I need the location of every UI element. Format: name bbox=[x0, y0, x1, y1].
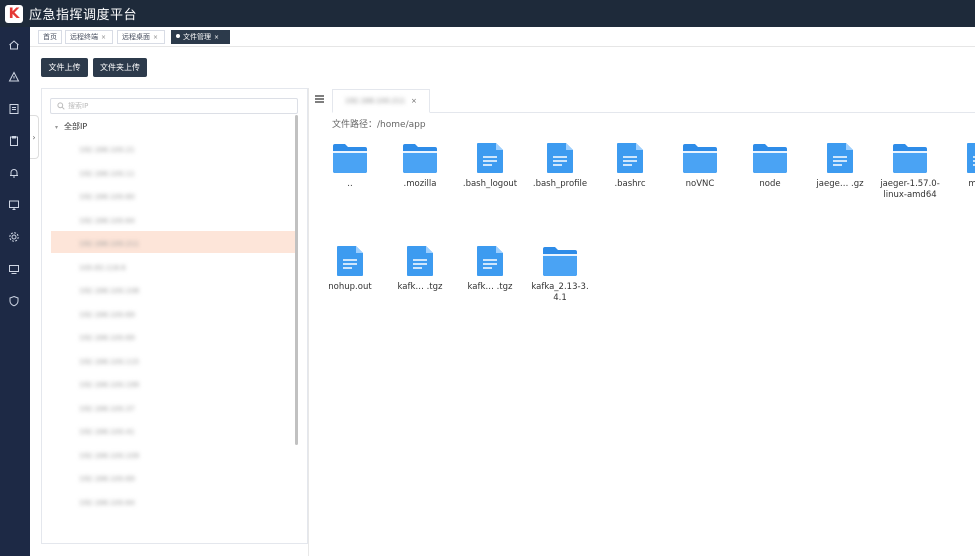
top-bar: K 应急指挥调度平台 bbox=[0, 0, 975, 27]
file-name: .bashrc bbox=[614, 179, 646, 189]
file-icon bbox=[390, 245, 450, 277]
chevron-right-icon: › bbox=[32, 132, 36, 142]
ip-list-item[interactable]: 192.168.100.199 bbox=[79, 381, 139, 389]
file-item[interactable]: .bashrc bbox=[600, 142, 660, 190]
tab-file-manager[interactable]: 文件管理 × bbox=[171, 30, 230, 44]
scrollbar[interactable] bbox=[295, 115, 298, 445]
ip-list-item[interactable]: 192.168.100.60 bbox=[79, 193, 135, 201]
desktop-icon[interactable] bbox=[8, 263, 20, 275]
file-item[interactable]: .bash_profile bbox=[530, 142, 590, 190]
upload-file-button[interactable]: 文件上传 bbox=[41, 58, 88, 77]
ip-list-item[interactable]: 192.168.100.69 bbox=[79, 475, 135, 483]
search-icon bbox=[57, 102, 65, 110]
folder-icon bbox=[670, 142, 730, 174]
ip-list-item[interactable]: 192.168.100.108 bbox=[79, 287, 139, 295]
file-name: .. bbox=[347, 179, 353, 189]
settings-icon[interactable] bbox=[8, 231, 20, 243]
ip-list-item[interactable]: 192.168.100.115 bbox=[79, 358, 139, 366]
folder-item[interactable]: node bbox=[740, 142, 800, 190]
folder-item[interactable]: .. bbox=[320, 142, 380, 190]
file-name: nohup.out bbox=[328, 282, 372, 292]
file-name: kafk… .tgz bbox=[467, 282, 513, 292]
close-icon[interactable]: × bbox=[153, 34, 158, 41]
sidebar bbox=[0, 27, 30, 556]
bell-icon[interactable] bbox=[8, 167, 20, 179]
file-name: kafka_2.13-3.4.1 bbox=[531, 282, 589, 303]
file-icon bbox=[460, 245, 520, 277]
shield-icon[interactable] bbox=[8, 295, 20, 307]
file-name: jaeger-1.57.0-linux-amd64 bbox=[880, 179, 940, 200]
ip-search-input[interactable]: 搜索IP bbox=[50, 98, 298, 114]
ip-list-item[interactable]: 192.168.100.21 bbox=[79, 146, 135, 154]
file-icon bbox=[320, 245, 380, 277]
file-item[interactable]: .bash_logout bbox=[460, 142, 520, 190]
tab-remote-desktop[interactable]: 远程桌面 × bbox=[117, 30, 165, 44]
tree-root-all-ip[interactable]: ▾ 全部IP bbox=[55, 121, 87, 132]
home-icon[interactable] bbox=[8, 39, 20, 51]
active-dot-icon bbox=[176, 34, 180, 38]
clipboard-icon[interactable] bbox=[8, 135, 20, 147]
file-name: mysq bbox=[968, 179, 975, 189]
file-icon bbox=[950, 142, 975, 174]
app-logo: K bbox=[5, 4, 23, 23]
document-icon[interactable] bbox=[8, 103, 20, 115]
panel-divider bbox=[308, 88, 309, 556]
file-icon bbox=[600, 142, 660, 174]
file-icon bbox=[530, 142, 590, 174]
file-name: kafk… .tgz bbox=[397, 282, 443, 292]
tab-remote-terminal[interactable]: 远程终端 × bbox=[65, 30, 113, 44]
close-icon[interactable]: × bbox=[411, 97, 417, 105]
ip-list-item[interactable]: 192.168.100.37 bbox=[79, 405, 135, 413]
ip-list-item[interactable]: 192.168.100.69 bbox=[79, 311, 135, 319]
folder-item[interactable]: noVNC bbox=[670, 142, 730, 190]
file-item[interactable]: nohup.out bbox=[320, 245, 380, 293]
ip-list-item[interactable]: 192.168.100.109 bbox=[79, 452, 139, 460]
ip-list-item[interactable]: 192.168.100.69 bbox=[79, 334, 135, 342]
file-name: jaege… .gz bbox=[816, 179, 864, 189]
file-icon bbox=[810, 142, 870, 174]
folder-icon bbox=[880, 142, 940, 174]
folder-icon bbox=[530, 245, 590, 277]
tabs-bar: 首页 远程终端 × 远程桌面 × 文件管理 × bbox=[30, 27, 975, 47]
file-item[interactable]: mysq bbox=[950, 142, 975, 190]
alert-icon[interactable] bbox=[8, 71, 20, 83]
folder-item[interactable]: jaeger-1.57.0-linux-amd64 bbox=[880, 142, 940, 201]
ip-list-item[interactable]: 192.168.100.64 bbox=[79, 499, 135, 507]
file-path: 文件路径：/home/app bbox=[332, 120, 426, 130]
folder-icon bbox=[320, 142, 380, 174]
ip-list-item[interactable]: 100.83.118.6 bbox=[79, 264, 126, 272]
file-item[interactable]: kafk… .tgz bbox=[390, 245, 450, 293]
folder-icon bbox=[390, 142, 450, 174]
monitor-icon[interactable] bbox=[8, 199, 20, 211]
ip-list-item[interactable]: 192.168.100.64 bbox=[79, 217, 135, 225]
caret-down-icon: ▾ bbox=[55, 124, 59, 131]
close-icon[interactable]: × bbox=[214, 34, 219, 41]
ip-list-item[interactable]: 192.168.100.41 bbox=[79, 428, 135, 436]
file-name: .bash_logout bbox=[462, 179, 518, 189]
folder-item[interactable]: kafka_2.13-3.4.1 bbox=[530, 245, 590, 304]
file-icon bbox=[460, 142, 520, 174]
ip-list-item[interactable]: 192.168.100.211 bbox=[79, 240, 139, 248]
app-title: 应急指挥调度平台 bbox=[29, 8, 138, 23]
close-icon[interactable]: × bbox=[101, 34, 106, 41]
file-name: .mozilla bbox=[403, 179, 437, 189]
ip-tab[interactable]: 192.168.100.211 × bbox=[332, 89, 430, 113]
menu-icon[interactable] bbox=[315, 95, 324, 103]
file-name: .bash_profile bbox=[532, 179, 588, 189]
file-name: node bbox=[759, 179, 781, 189]
collapse-toggle[interactable]: › bbox=[30, 115, 39, 159]
tab-underline bbox=[430, 112, 975, 113]
upload-folder-button[interactable]: 文件夹上传 bbox=[93, 58, 147, 77]
folder-icon bbox=[740, 142, 800, 174]
file-item[interactable]: jaege… .gz bbox=[810, 142, 870, 190]
file-name: noVNC bbox=[685, 179, 715, 189]
folder-item[interactable]: .mozilla bbox=[390, 142, 450, 190]
file-item[interactable]: kafk… .tgz bbox=[460, 245, 520, 293]
tab-home[interactable]: 首页 bbox=[38, 30, 62, 44]
ip-list-item[interactable]: 192.168.100.11 bbox=[79, 170, 135, 178]
